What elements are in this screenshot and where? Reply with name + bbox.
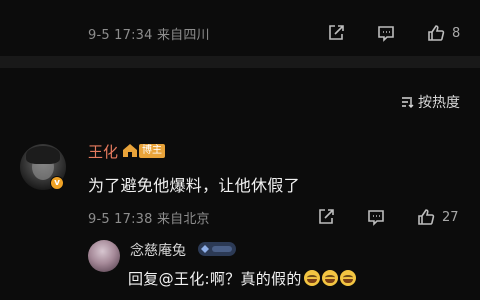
fan-badge-icon [198,242,236,256]
comment-meta: 9-5 17:38 来自北京 [88,211,210,227]
thumbs-up-icon [428,25,445,41]
laughing-emoji-icon [339,270,356,286]
sort-by-heat-button[interactable]: 按热度 [400,92,460,112]
verified-badge-icon: v [50,176,64,190]
comment-author[interactable]: 王化 [88,141,118,162]
share-button[interactable] [326,23,346,43]
top-comment-meta: 9-5 17:34 来自四川 [88,27,210,43]
author-badge-label: 博主 [139,143,165,158]
share-icon [319,209,334,224]
share-icon [329,25,344,40]
author-badge: 博主 [122,143,165,158]
sort-icon [402,97,414,108]
comment-text: 为了避免他爆料，让他休假了 [88,176,300,195]
comment-button[interactable] [376,23,396,43]
comment-meta-row: 9-5 17:38 来自北京 27 [0,202,480,232]
like-count: 8 [452,25,461,41]
section-divider [0,56,480,68]
like-count: 27 [442,209,459,225]
like-button[interactable]: 27 [416,207,459,227]
reply-author[interactable]: 念慈庵兔 [130,240,186,260]
comment-icon [378,26,394,42]
reply-avatar[interactable] [88,240,120,272]
comment-icon [368,210,384,226]
diamond-icon [201,245,209,253]
sort-label: 按热度 [418,95,460,111]
share-button[interactable] [316,207,336,227]
laughing-emoji-icon [303,270,320,286]
top-comment-meta-row: 9-5 17:34 来自四川 8 [0,18,480,48]
reply-text: 回复@王化:啊？真的假的 [128,268,356,289]
house-icon [123,144,137,157]
laughing-emoji-icon [321,270,338,286]
like-button[interactable]: 8 [426,23,460,43]
comment-button[interactable] [366,207,386,227]
thumbs-up-icon [418,209,435,225]
